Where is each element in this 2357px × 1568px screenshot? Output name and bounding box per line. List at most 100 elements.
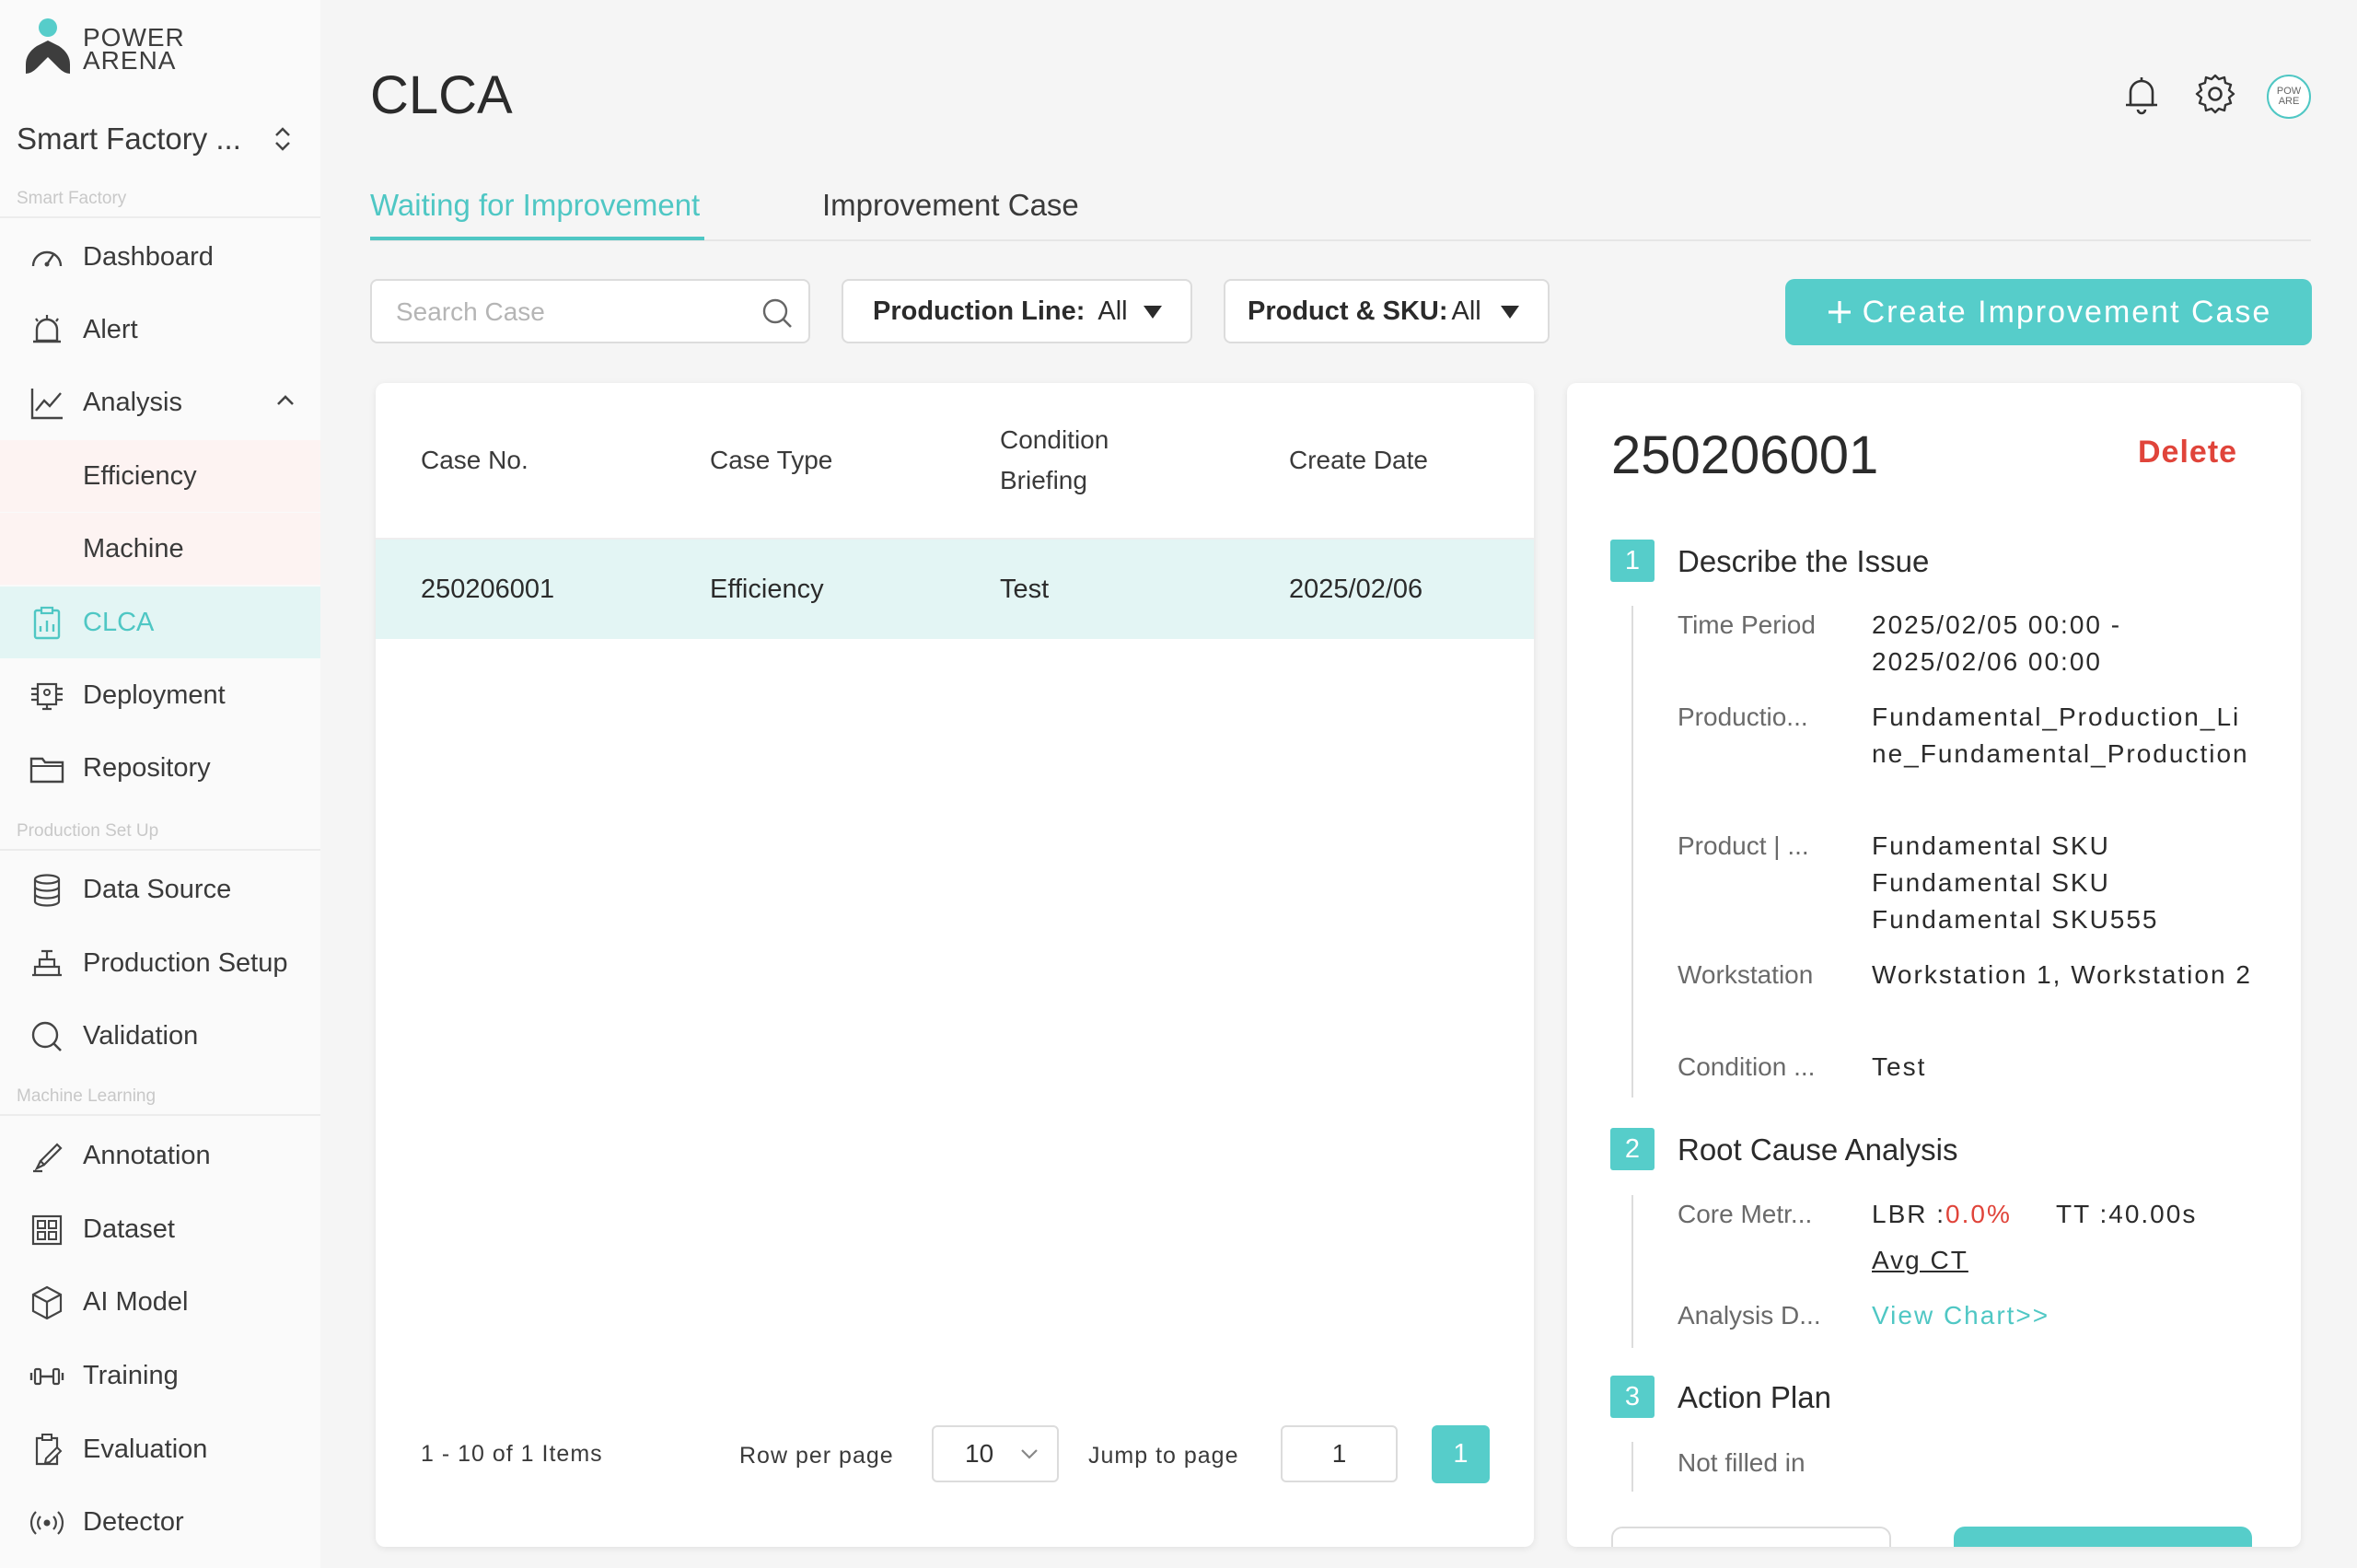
column-header-case-type[interactable]: Case Type (710, 383, 832, 538)
tab-waiting-for-improvement[interactable]: Waiting for Improvement (370, 188, 700, 223)
caret-down-icon (1144, 306, 1162, 319)
lbr-metric: LBR :0.0% (1872, 1200, 2012, 1228)
sidebar-item-detector[interactable]: Detector (0, 1486, 320, 1558)
production-setup-icon (32, 949, 62, 977)
section-label-machine-learning: Machine Learning (17, 1086, 157, 1106)
rows-per-page-select[interactable]: 10 (932, 1425, 1059, 1482)
step-number-2: 2 (1610, 1128, 1655, 1170)
tt-metric: TT :40.00s (2056, 1200, 2198, 1228)
step-number-1: 1 (1610, 540, 1655, 582)
ai-model-icon (31, 1285, 63, 1320)
analysis-data-label: Analysis D... (1678, 1301, 1821, 1330)
alert-icon (33, 315, 61, 343)
page-button-1[interactable]: 1 (1432, 1425, 1490, 1483)
column-header-create-date[interactable]: Create Date (1289, 383, 1428, 538)
step-title-root-cause-analysis: Root Cause Analysis (1678, 1132, 1958, 1167)
case-id: 250206001 (1611, 425, 1879, 485)
product-sku-value: Fundamental SKU Fundamental SKU Fundamen… (1872, 831, 2159, 934)
workspace-name: Smart Factory ... (17, 122, 241, 156)
core-metrics-label: Core Metr... (1678, 1200, 1813, 1228)
column-header-condition-briefing[interactable]: Condition Briefing (1000, 383, 1109, 538)
sidebar-item-validation[interactable]: Validation (0, 1000, 320, 1072)
workstation-value: Workstation 1, Workstation 2 (1872, 960, 2252, 989)
section-label-smart-factory: Smart Factory (17, 189, 127, 208)
power-arena-logo-icon (22, 17, 74, 79)
secondary-action-button[interactable] (1611, 1527, 1891, 1547)
product-sku-dropdown[interactable]: Product & SKU: All (1224, 279, 1550, 343)
column-header-case-no[interactable]: Case No. (421, 383, 528, 538)
gear-icon[interactable] (2193, 72, 2237, 116)
page-title: CLCA (370, 65, 513, 125)
step-connector-line (1631, 1442, 1633, 1492)
sidebar-item-analysis[interactable]: Analysis (0, 366, 320, 438)
avg-ct-link[interactable]: Avg CT (1872, 1242, 1982, 1279)
database-icon (33, 874, 61, 907)
folder-icon (29, 757, 64, 784)
sidebar-item-deployment[interactable]: Deployment (0, 659, 320, 731)
sidebar-item-production-setup[interactable]: Production Setup (0, 927, 320, 999)
jump-to-page-input[interactable]: 1 (1281, 1425, 1398, 1482)
step-title-action-plan: Action Plan (1678, 1380, 1831, 1414)
detector-icon (29, 1511, 64, 1535)
clca-icon (33, 606, 61, 640)
deployment-icon (31, 682, 63, 711)
production-line-dropdown[interactable]: Production Line: All (842, 279, 1192, 343)
primary-action-button[interactable] (1954, 1527, 2252, 1547)
plus-icon (1828, 301, 1851, 323)
divider (0, 1114, 320, 1116)
sidebar-item-data-source[interactable]: Data Source (0, 854, 320, 925)
training-icon (29, 1367, 64, 1386)
time-period-value: 2025/02/05 00:00 - 2025/02/06 00:00 (1872, 610, 2122, 676)
cell-case-no: 250206001 (421, 574, 555, 604)
production-line-value: Fundamental_Production_Line_Fundamental_… (1872, 703, 2249, 768)
chevron-down-icon (1021, 1449, 1038, 1459)
sidebar-item-ai-model[interactable]: AI Model (0, 1266, 320, 1338)
delete-button[interactable]: Delete (2138, 435, 2237, 470)
sidebar: POWER ARENA Smart Factory ... Smart Fact… (0, 0, 320, 1568)
dashboard-icon (31, 250, 63, 267)
cell-condition: Test (1000, 574, 1050, 604)
product-sku-label: Product | ... (1678, 831, 1809, 860)
sidebar-item-alert[interactable]: Alert (0, 294, 320, 366)
sidebar-item-evaluation[interactable]: Evaluation (0, 1413, 320, 1485)
validation-icon (31, 1021, 62, 1051)
sidebar-item-machine[interactable]: Machine (0, 513, 320, 585)
case-detail-panel: 250206001 Delete 1 Describe the Issue Ti… (1567, 383, 2301, 1547)
view-chart-link[interactable]: View Chart>> (1872, 1297, 2111, 1334)
evaluation-icon (35, 1434, 63, 1466)
step-number-3: 3 (1610, 1376, 1655, 1418)
caret-down-icon (1501, 306, 1519, 319)
cell-create-date: 2025/02/06 (1289, 574, 1423, 604)
tab-improvement-case[interactable]: Improvement Case (822, 188, 1079, 223)
sidebar-item-dataset[interactable]: Dataset (0, 1193, 320, 1265)
create-improvement-case-button[interactable]: Create Improvement Case (1785, 279, 2312, 345)
search-case-box[interactable] (370, 279, 810, 343)
avatar[interactable]: POW ARE (2267, 75, 2311, 119)
step-connector-line (1631, 606, 1633, 1098)
brand-name: POWER ARENA (83, 23, 185, 75)
bell-icon[interactable] (2119, 72, 2164, 116)
search-icon[interactable] (761, 296, 794, 330)
sidebar-item-training[interactable]: Training (0, 1340, 320, 1411)
sidebar-item-repository[interactable]: Repository (0, 732, 320, 804)
divider (0, 849, 320, 851)
sidebar-item-clca[interactable]: CLCA (0, 587, 320, 658)
section-label-production-set-up: Production Set Up (17, 821, 159, 841)
pagination-range: 1 - 10 of 1 Items (421, 1441, 603, 1467)
search-input[interactable] (394, 294, 748, 331)
action-plan-status: Not filled in (1678, 1448, 1805, 1477)
sidebar-item-dashboard[interactable]: Dashboard (0, 221, 320, 293)
active-tab-indicator (370, 237, 704, 240)
divider (0, 216, 320, 218)
condition-value: Test (1872, 1052, 1927, 1081)
chevron-up-icon (277, 395, 294, 405)
analysis-icon (30, 389, 63, 420)
step-title-describe-issue: Describe the Issue (1678, 544, 1930, 578)
condition-label: Condition ... (1678, 1052, 1816, 1081)
workspace-selector[interactable]: Smart Factory ... (17, 120, 293, 158)
sidebar-item-annotation[interactable]: Annotation (0, 1120, 320, 1191)
sidebar-item-efficiency[interactable]: Efficiency (0, 440, 320, 512)
step-connector-line (1631, 1195, 1633, 1348)
time-period-label: Time Period (1678, 610, 1816, 639)
rows-per-page-label: Row per page (739, 1443, 894, 1469)
